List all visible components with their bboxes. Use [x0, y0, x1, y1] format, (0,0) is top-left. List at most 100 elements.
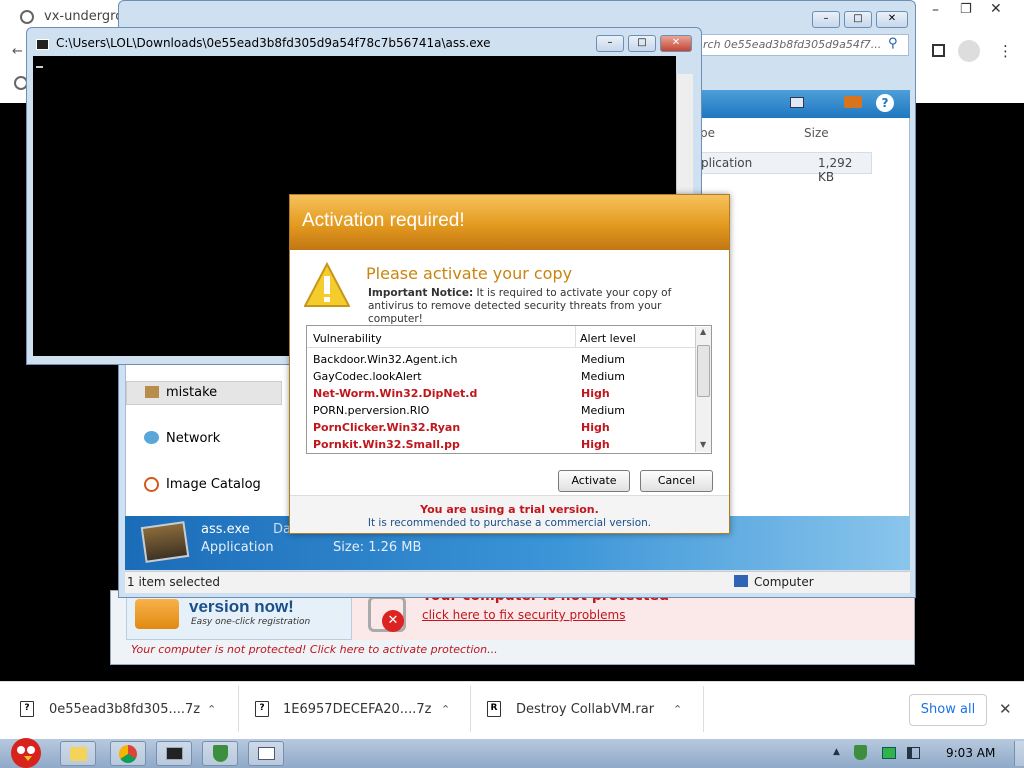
- vuln-level: High: [581, 421, 610, 434]
- error-icon: ✕: [382, 610, 404, 632]
- console-icon: [36, 39, 49, 50]
- archive-icon: ?: [255, 701, 269, 717]
- table-row[interactable]: GayCodec.lookAlert Medium: [313, 368, 693, 385]
- taskbar-console[interactable]: [156, 741, 192, 766]
- download-item-1[interactable]: 0e55ead3b8fd305....7z: [49, 700, 200, 720]
- back-icon[interactable]: ←: [12, 44, 23, 60]
- help-icon[interactable]: ?: [876, 94, 894, 112]
- status-bar: 1 item selected Computer: [125, 571, 910, 593]
- status-location: Computer: [754, 575, 814, 589]
- cancel-button[interactable]: Cancel: [640, 470, 713, 492]
- vuln-level: Medium: [581, 353, 625, 366]
- vuln-level: Medium: [581, 404, 625, 417]
- taskbar-antivirus[interactable]: [202, 741, 238, 766]
- column-type[interactable]: pe: [700, 126, 715, 140]
- show-all-button[interactable]: Show all: [909, 694, 987, 726]
- file-size: 1,292 KB: [818, 156, 853, 184]
- table-scrollbar[interactable]: ▲ ▼: [695, 327, 711, 452]
- nav-label: mistake: [166, 385, 218, 400]
- vuln-name: Net-Worm.Win32.DipNet.d: [313, 387, 478, 400]
- tray-shield-icon[interactable]: [854, 745, 867, 760]
- taskbar-explorer[interactable]: [60, 741, 96, 766]
- warning-icon: [304, 262, 350, 307]
- vuln-name: PornClicker.Win32.Ryan: [313, 421, 461, 434]
- table-row[interactable]: Backdoor.Win32.Agent.ich Medium: [313, 351, 693, 368]
- nav-item-image-catalog[interactable]: Image Catalog: [144, 475, 284, 495]
- network-tray-icon[interactable]: [882, 747, 896, 759]
- close-icon[interactable]: ✕: [990, 1, 1002, 17]
- shield-icon: [135, 599, 179, 629]
- preview-icon[interactable]: [844, 96, 862, 108]
- column-alert-level[interactable]: Alert level: [580, 332, 636, 345]
- start-button[interactable]: [2, 731, 50, 768]
- nav-label: Image Catalog: [166, 477, 261, 492]
- taskbar-chrome[interactable]: [110, 741, 146, 766]
- column-vulnerability[interactable]: Vulnerability: [313, 332, 382, 345]
- ad-title: version now!: [189, 597, 294, 616]
- search-input[interactable]: rch 0e55ead3b8fd305d9a54f7... ⚲: [700, 34, 909, 56]
- status-selection: 1 item selected: [127, 575, 221, 589]
- show-desktop-button[interactable]: [1014, 741, 1024, 766]
- file-row[interactable]: plication 1,292 KB: [700, 152, 872, 184]
- download-item-3[interactable]: Destroy CollabVM.rar: [516, 700, 654, 720]
- explorer-close-button[interactable]: ✕: [876, 11, 908, 28]
- activate-ad-panel[interactable]: version now! Easy one-click registration: [126, 594, 352, 640]
- chrome-icon: [119, 745, 137, 763]
- activate-protection-link[interactable]: Your computer is not protected! Click he…: [131, 643, 498, 656]
- scroll-down-icon[interactable]: ▼: [700, 440, 706, 449]
- network-icon: [144, 431, 159, 444]
- fix-problems-link[interactable]: click here to fix security problems: [422, 608, 625, 622]
- dialog-title: Activation required!: [302, 210, 465, 231]
- explorer-minimize-button[interactable]: –: [812, 11, 840, 28]
- notice-label: Important Notice:: [368, 287, 474, 299]
- column-size[interactable]: Size: [804, 126, 829, 140]
- nav-item-network[interactable]: Network: [144, 429, 284, 449]
- tab-title: vx-undergro: [44, 9, 124, 24]
- sidebar-icon[interactable]: [932, 44, 945, 57]
- explorer-maximize-button[interactable]: □: [844, 11, 872, 28]
- minimize-icon[interactable]: –: [932, 2, 939, 18]
- nav-item-mistake[interactable]: mistake: [126, 381, 282, 405]
- details-name: ass.exe: [201, 522, 250, 537]
- vuln-level: High: [581, 438, 610, 451]
- taskbar-window[interactable]: [248, 741, 284, 766]
- tray-expand-icon[interactable]: ▲: [833, 747, 840, 757]
- folder-icon: [70, 747, 87, 761]
- volume-icon[interactable]: [907, 747, 920, 759]
- archive-icon: ?: [20, 701, 34, 717]
- scroll-up-icon[interactable]: ▲: [700, 327, 706, 336]
- download-item-2[interactable]: 1E6957DECEFA20....7z: [283, 700, 431, 720]
- close-icon[interactable]: ✕: [999, 700, 1012, 718]
- vuln-level: Medium: [581, 370, 625, 383]
- table-row[interactable]: PornClicker.Win32.Ryan High: [313, 419, 693, 436]
- search-placeholder: rch 0e55ead3b8fd305d9a54f7...: [703, 38, 882, 51]
- table-row[interactable]: PORN.perversion.RIO Medium: [313, 402, 693, 419]
- dialog-footer: You are using a trial version. It is rec…: [290, 495, 729, 533]
- window-icon: [258, 747, 275, 760]
- column-divider: [575, 326, 576, 348]
- table-row[interactable]: Net-Worm.Win32.DipNet.d High: [313, 385, 693, 402]
- menu-icon[interactable]: ⋮: [998, 42, 1013, 60]
- details-type: Application: [201, 540, 274, 555]
- profile-icon[interactable]: [958, 40, 980, 62]
- console-close-button[interactable]: ✕: [660, 35, 692, 52]
- shield-icon: [213, 745, 228, 762]
- chevron-up-icon[interactable]: ⌃: [673, 700, 682, 720]
- dialog-header: Activation required!: [290, 195, 729, 250]
- purchase-note[interactable]: It is recommended to purchase a commerci…: [290, 517, 729, 529]
- clock[interactable]: 9:03 AM: [946, 746, 995, 760]
- restore-icon[interactable]: ❐: [960, 2, 972, 17]
- chevron-up-icon[interactable]: ⌃: [207, 700, 216, 720]
- search-icon[interactable]: ⚲: [888, 36, 898, 51]
- globe-icon: [20, 10, 34, 24]
- chevron-up-icon[interactable]: ⌃: [441, 700, 450, 720]
- view-icon[interactable]: [790, 97, 804, 108]
- vuln-name: Backdoor.Win32.Agent.ich: [313, 353, 458, 366]
- table-row[interactable]: Pornkit.Win32.Small.pp High: [313, 436, 693, 453]
- console-maximize-button[interactable]: □: [628, 35, 656, 52]
- scroll-thumb[interactable]: [697, 345, 710, 397]
- activate-button[interactable]: Activate: [558, 470, 630, 492]
- rar-icon: R: [487, 701, 501, 717]
- console-minimize-button[interactable]: –: [596, 35, 624, 52]
- taskbar: [0, 739, 1024, 768]
